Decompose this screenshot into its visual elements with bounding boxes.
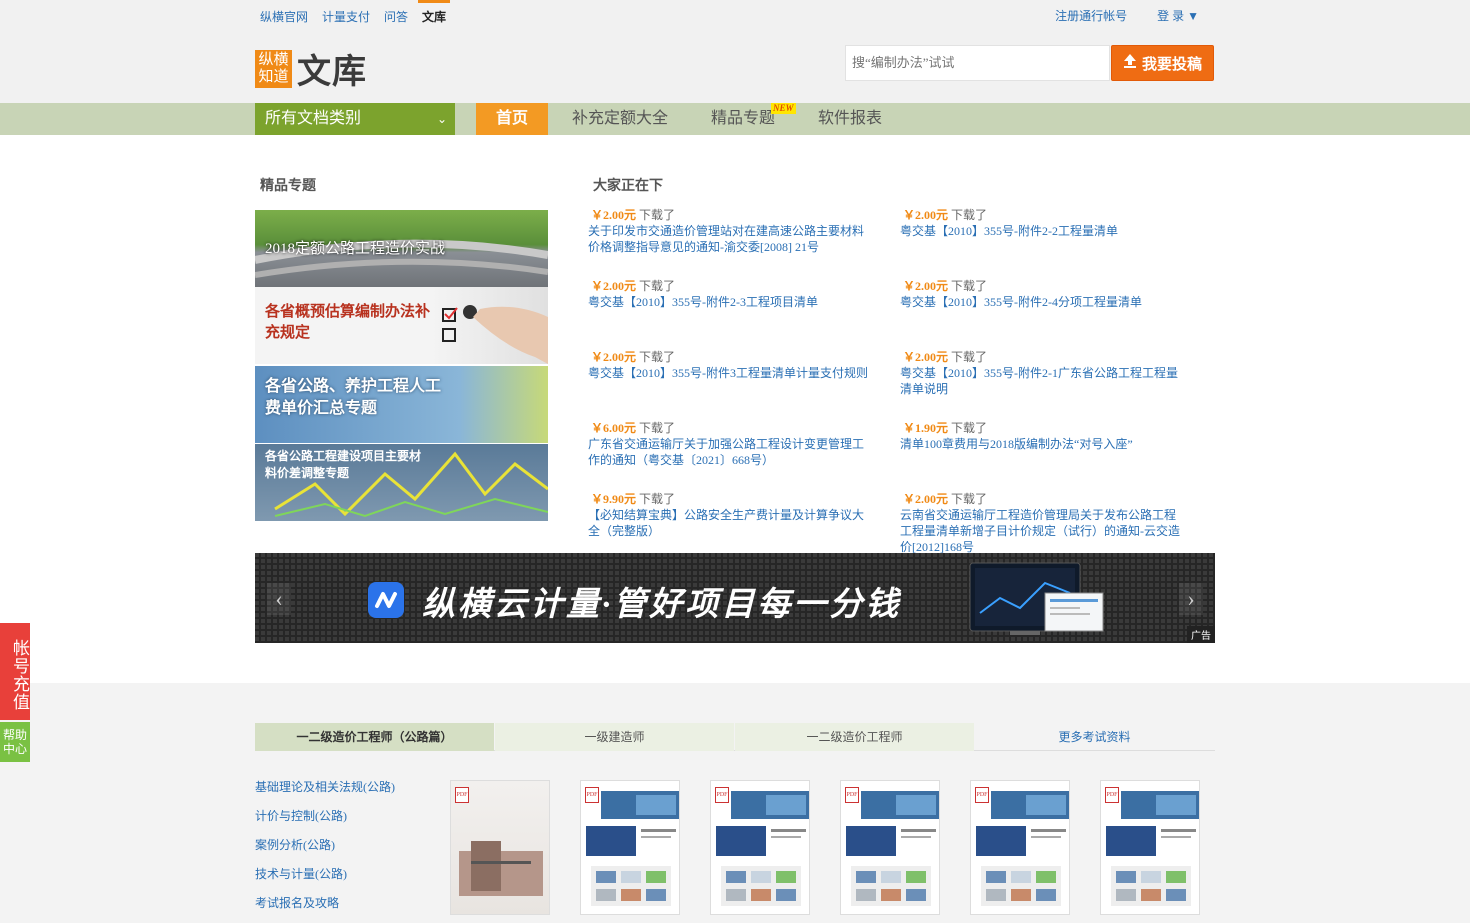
- logo-badge: 纵横 知道: [255, 49, 292, 88]
- subject-link[interactable]: 技术与计量(公路): [255, 865, 395, 894]
- submit-document-button[interactable]: 我要投稿: [1111, 45, 1214, 81]
- submit-button-label: 我要投稿: [1141, 56, 1202, 73]
- subject-link[interactable]: 计价与控制(公路): [255, 807, 395, 836]
- pdf-icon: PDF: [585, 787, 599, 803]
- nav-software-reports[interactable]: 软件报表: [818, 103, 882, 135]
- pdf-icon: PDF: [975, 787, 989, 803]
- nav-supplementary-quota[interactable]: 补充定额大全: [572, 103, 668, 135]
- document-thumbnail[interactable]: PDF: [840, 780, 940, 915]
- document-thumbnail[interactable]: PDF: [1100, 780, 1200, 915]
- download-item[interactable]: ￥1.90元 下载了 清单100章费用与2018版编制办法“对号入座”: [900, 420, 1185, 452]
- pdf-icon: PDF: [1105, 787, 1119, 803]
- download-item[interactable]: ￥6.00元 下载了 广东省交通运输厅关于加强公路工程设计变更管理工作的通知（粤…: [588, 420, 873, 468]
- banner-text: 纵横云计量·管好项目每一分钱: [422, 587, 902, 623]
- logo-text: 文库: [297, 54, 367, 91]
- download-item[interactable]: ￥2.00元 下载了 云南省交通运输厅工程造价管理局关于发布公路工程工程量清单新…: [900, 491, 1185, 555]
- document-thumbnail[interactable]: PDF: [450, 780, 550, 915]
- featured-title: 精品专题: [260, 179, 316, 194]
- download-item[interactable]: ￥9.90元 下载了 【必知结算宝典】公路安全生产费计量及计算争议大全（完整版）: [588, 491, 873, 539]
- download-item[interactable]: ￥2.00元 下载了 粤交基【2010】355号-附件3工程量清单计量支付规则: [588, 349, 873, 381]
- topic-card-material-price[interactable]: 各省公路工程建设项目主要材料价差调整专题: [255, 444, 548, 521]
- tab-cost-engineer[interactable]: 一二级造价工程师: [735, 723, 974, 751]
- category-select[interactable]: 所有文档类别 ⌄: [255, 103, 455, 135]
- subject-link[interactable]: 基础理论及相关法规(公路): [255, 778, 395, 807]
- search-input[interactable]: [845, 45, 1110, 81]
- banner-next-arrow[interactable]: ›: [1179, 583, 1203, 615]
- top-nav-library[interactable]: 文库: [418, 0, 451, 25]
- topic-card-budget-rules[interactable]: 各省概预估算编制办法补充规定: [255, 287, 548, 364]
- pdf-icon: PDF: [715, 787, 729, 803]
- exam-subject-list: 基础理论及相关法规(公路) 计价与控制(公路) 案例分析(公路) 技术与计量(公…: [255, 778, 395, 923]
- download-item[interactable]: ￥2.00元 下载了 粤交基【2010】355号-附件2-1广东省公路工程工程量…: [900, 349, 1185, 397]
- top-nav-official[interactable]: 纵横官网: [260, 8, 308, 25]
- chevron-down-icon: ⌄: [436, 112, 447, 126]
- ad-label: 广告: [1187, 626, 1215, 643]
- upload-icon: [1123, 53, 1137, 74]
- subject-link[interactable]: 考试报名及攻略: [255, 894, 395, 923]
- download-item[interactable]: ￥2.00元 下载了 粤交基【2010】355号-附件2-2工程量清单: [900, 207, 1185, 239]
- banner-prev-arrow[interactable]: ‹: [267, 583, 291, 615]
- document-thumbnail[interactable]: PDF: [970, 780, 1070, 915]
- help-center-button[interactable]: 帮助中心: [0, 722, 30, 762]
- header-band: [0, 0, 1470, 103]
- top-nav-qa[interactable]: 问答: [384, 8, 408, 25]
- document-thumbnail[interactable]: PDF: [580, 780, 680, 915]
- new-badge: NEW: [771, 103, 796, 114]
- download-item[interactable]: ￥2.00元 下载了 粤交基【2010】355号-附件2-4分项工程量清单: [900, 278, 1185, 310]
- subject-link[interactable]: 案例分析(公路): [255, 836, 395, 865]
- pdf-icon: PDF: [845, 787, 859, 803]
- ad-banner[interactable]: ‹ › 纵横云计量·管好项目每一分钱 广告: [255, 553, 1215, 643]
- login-link[interactable]: 登 录 ▼: [1157, 7, 1199, 24]
- exam-tabs: 一二级造价工程师（公路篇） 一级建造师 一二级造价工程师 更多考试资料: [255, 723, 1215, 751]
- topic-card-2018-quota[interactable]: 2018定额公路工程造价实战: [255, 210, 548, 287]
- account-recharge-button[interactable]: 帐号充值: [0, 623, 30, 720]
- pdf-icon: PDF: [455, 787, 469, 803]
- tab-cost-engineer-highway[interactable]: 一二级造价工程师（公路篇）: [255, 723, 494, 751]
- site-logo[interactable]: 纵横 知道 文库: [255, 44, 367, 93]
- user-links: 注册通行帐号 登 录 ▼: [1055, 7, 1199, 24]
- tab-more-exam-materials[interactable]: 更多考试资料: [975, 723, 1214, 751]
- nav-featured-topics[interactable]: 精品专题: [711, 103, 775, 135]
- register-link[interactable]: 注册通行帐号: [1055, 7, 1127, 24]
- download-item[interactable]: ￥2.00元 下载了 关于印发市交通造价管理站对在建高速公路主要材料价格调整指导…: [588, 207, 873, 255]
- tab-first-class-constructor[interactable]: 一级建造师: [495, 723, 734, 751]
- download-item[interactable]: ￥2.00元 下载了 粤交基【2010】355号-附件2-3工程项目清单: [588, 278, 873, 310]
- document-thumbnail[interactable]: PDF: [710, 780, 810, 915]
- top-nav-payment[interactable]: 计量支付: [322, 8, 370, 25]
- top-nav: 纵横官网 计量支付 问答 文库: [260, 0, 451, 25]
- banner-logo-icon: [368, 582, 404, 618]
- topic-card-labor-cost[interactable]: 各省公路、养护工程人工费单价汇总专题: [255, 366, 548, 443]
- downloads-title: 大家正在下: [593, 179, 663, 194]
- nav-home[interactable]: 首页: [476, 103, 548, 135]
